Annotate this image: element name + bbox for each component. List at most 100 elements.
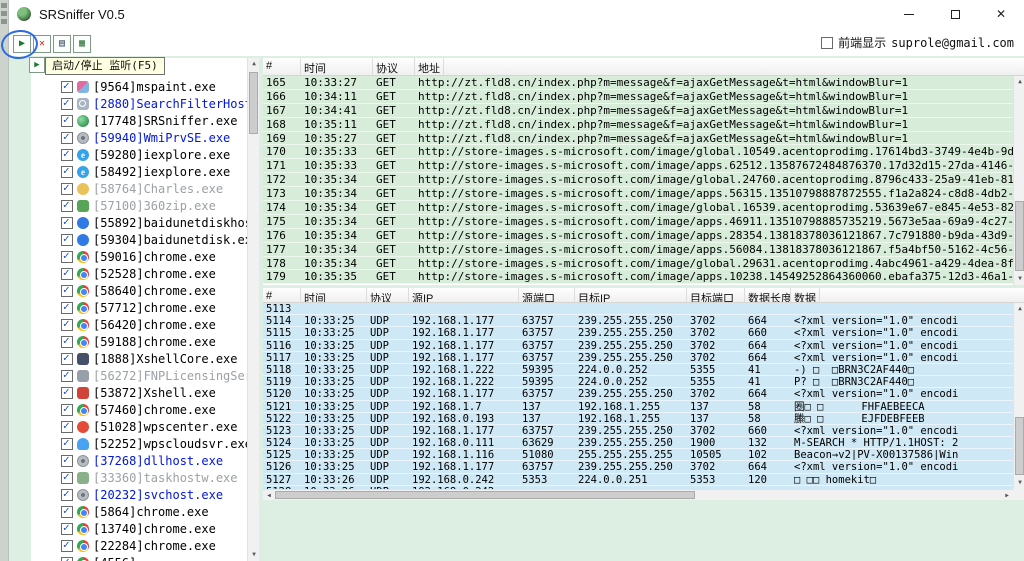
process-checkbox[interactable]	[61, 132, 73, 144]
process-tree-scroll-thumb[interactable]	[249, 72, 258, 134]
http-table-scrollbar[interactable]	[1013, 76, 1024, 285]
process-item[interactable]: [58764]Charles.exe	[31, 180, 259, 197]
process-item[interactable]: [57712]chrome.exe	[31, 299, 259, 316]
http-row[interactable]: 169 10:35:27 GET http://zt.fld8.cn/index…	[263, 132, 1013, 146]
process-checkbox[interactable]	[61, 268, 73, 280]
column-header-proto[interactable]: 协议	[373, 58, 415, 75]
packet-row[interactable]: 5122 10:33:25 UDP 192.168.0.193 137 192.…	[263, 413, 1013, 425]
scroll-down-icon[interactable]	[1014, 477, 1024, 489]
packet-row[interactable]: 5118 10:33:25 UDP 192.168.1.222 59395 22…	[263, 364, 1013, 376]
process-checkbox[interactable]	[61, 319, 73, 331]
process-item[interactable]: [58640]chrome.exe	[31, 282, 259, 299]
http-row[interactable]: 178 10:35:34 GET http://store-images.s-m…	[263, 257, 1013, 271]
http-row[interactable]: 179 10:35:35 GET http://store-images.s-m…	[263, 270, 1013, 284]
http-row[interactable]: 172 10:35:34 GET http://store-images.s-m…	[263, 173, 1013, 187]
packet-row[interactable]: 5126 10:33:25 UDP 192.168.1.177 63757 23…	[263, 461, 1013, 473]
process-checkbox[interactable]	[61, 336, 73, 348]
http-scroll-thumb[interactable]	[1015, 201, 1024, 271]
http-row[interactable]: 166 10:34:11 GET http://zt.fld8.cn/index…	[263, 90, 1013, 104]
http-row[interactable]: 165 10:33:27 GET http://zt.fld8.cn/index…	[263, 76, 1013, 90]
process-checkbox[interactable]	[61, 200, 73, 212]
process-item[interactable]: [1888]XshellCore.exe	[31, 350, 259, 367]
process-item[interactable]: [59940]WmiPrvSE.exe	[31, 129, 259, 146]
process-item[interactable]: [33360]taskhostw.exe	[31, 469, 259, 486]
process-checkbox[interactable]	[61, 506, 73, 518]
column-header-url[interactable]: 地址	[415, 58, 444, 75]
process-checkbox[interactable]	[61, 404, 73, 416]
process-item[interactable]: [55892]baidunetdiskhost.exe	[31, 214, 259, 231]
packet-row[interactable]: 5113	[263, 303, 1013, 315]
packet-row[interactable]: 5124 10:33:25 UDP 192.168.0.111 63629 23…	[263, 437, 1013, 449]
save-export-button[interactable]: ▦	[73, 35, 91, 53]
column-header-num[interactable]: #	[263, 58, 301, 75]
column-header-data[interactable]: 数据	[791, 288, 820, 302]
process-item[interactable]: [52528]chrome.exe	[31, 265, 259, 282]
http-row[interactable]: 176 10:35:34 GET http://store-images.s-m…	[263, 229, 1013, 243]
filter-options-button[interactable]: ▤	[53, 35, 71, 53]
packet-row[interactable]: 5119 10:33:25 UDP 192.168.1.222 59395 22…	[263, 376, 1013, 388]
packet-row[interactable]: 5117 10:33:25 UDP 192.168.1.177 63757 23…	[263, 352, 1013, 364]
process-item[interactable]: [22284]chrome.exe	[31, 537, 259, 554]
process-tree-scrollbar[interactable]	[247, 58, 259, 561]
process-checkbox[interactable]	[61, 217, 73, 229]
process-item[interactable]: [59304]baidunetdisk.exe	[31, 231, 259, 248]
process-checkbox[interactable]	[61, 285, 73, 297]
process-item[interactable]: [59016]chrome.exe	[31, 248, 259, 265]
scroll-down-icon[interactable]	[248, 549, 259, 561]
process-checkbox[interactable]	[61, 489, 73, 501]
packet-vscroll-thumb[interactable]	[1015, 417, 1024, 475]
column-header-src-ip[interactable]: 源IP	[409, 288, 519, 302]
process-checkbox[interactable]	[61, 166, 73, 178]
http-row[interactable]: 175 10:35:34 GET http://store-images.s-m…	[263, 215, 1013, 229]
process-item[interactable]: [17748]SRSniffer.exe	[31, 112, 259, 129]
process-checkbox[interactable]	[61, 455, 73, 467]
process-item[interactable]: [20232]svchost.exe	[31, 486, 259, 503]
process-item[interactable]: [57100]360zip.exe	[31, 197, 259, 214]
process-item[interactable]: [51028]wpscenter.exe	[31, 418, 259, 435]
process-checkbox[interactable]	[61, 302, 73, 314]
packet-table-hscrollbar[interactable]	[263, 489, 1013, 500]
column-header-dst-port[interactable]: 目标端口	[687, 288, 745, 302]
process-item[interactable]: [13740]chrome.exe	[31, 520, 259, 537]
process-item[interactable]: [9564]mspaint.exe	[31, 78, 259, 95]
process-checkbox[interactable]	[61, 523, 73, 535]
packet-row[interactable]: 5127 10:33:26 UDP 192.168.0.242 5353 224…	[263, 474, 1013, 486]
process-checkbox[interactable]	[61, 115, 73, 127]
http-row[interactable]: 173 10:35:34 GET http://store-images.s-m…	[263, 187, 1013, 201]
packet-row[interactable]: 5114 10:33:25 UDP 192.168.1.177 63757 23…	[263, 315, 1013, 327]
packet-row[interactable]: 5121 10:33:25 UDP 192.168.1.7 137 192.16…	[263, 401, 1013, 413]
http-row[interactable]: 167 10:34:41 GET http://zt.fld8.cn/index…	[263, 104, 1013, 118]
http-row[interactable]: 170 10:35:33 GET http://store-images.s-m…	[263, 145, 1013, 159]
scroll-left-icon[interactable]	[263, 490, 275, 500]
process-checkbox[interactable]	[61, 234, 73, 246]
process-item[interactable]: [58492]iexplore.exe	[31, 163, 259, 180]
process-item[interactable]: [52252]wpscloudsvr.exe	[31, 435, 259, 452]
column-header-data-len[interactable]: 数据长度	[745, 288, 791, 302]
http-row[interactable]: 171 10:35:33 GET http://store-images.s-m…	[263, 159, 1013, 173]
process-item[interactable]: [59188]chrome.exe	[31, 333, 259, 350]
process-checkbox[interactable]	[61, 438, 73, 450]
process-item[interactable]: [57460]chrome.exe	[31, 401, 259, 418]
packet-hscroll-thumb[interactable]	[275, 491, 695, 499]
process-checkbox[interactable]	[61, 387, 73, 399]
process-item[interactable]: [56272]FNPLicensingService	[31, 367, 259, 384]
column-header-src-port[interactable]: 源端口	[519, 288, 575, 302]
process-item[interactable]: [2880]SearchFilterHost.exe	[31, 95, 259, 112]
column-header-num[interactable]: #	[263, 288, 301, 302]
process-checkbox[interactable]	[61, 183, 73, 195]
packet-row[interactable]: 5123 10:33:25 UDP 192.168.1.177 63757 23…	[263, 425, 1013, 437]
scroll-down-icon[interactable]	[1014, 273, 1024, 285]
process-checkbox[interactable]	[61, 81, 73, 93]
minimize-button[interactable]	[886, 0, 932, 28]
process-item[interactable]: [59280]iexplore.exe	[31, 146, 259, 163]
packet-row[interactable]: 5115 10:33:25 UDP 192.168.1.177 63757 23…	[263, 327, 1013, 339]
scroll-right-icon[interactable]	[1001, 490, 1013, 500]
scroll-up-icon[interactable]	[1014, 76, 1024, 88]
column-header-time[interactable]: 时间	[301, 58, 373, 75]
process-checkbox[interactable]	[61, 353, 73, 365]
process-item[interactable]: [56420]chrome.exe	[31, 316, 259, 333]
close-button[interactable]: ✕	[978, 0, 1024, 28]
process-checkbox[interactable]	[61, 149, 73, 161]
http-row[interactable]: 168 10:35:11 GET http://zt.fld8.cn/index…	[263, 118, 1013, 132]
process-item[interactable]: [4556]	[31, 554, 259, 561]
